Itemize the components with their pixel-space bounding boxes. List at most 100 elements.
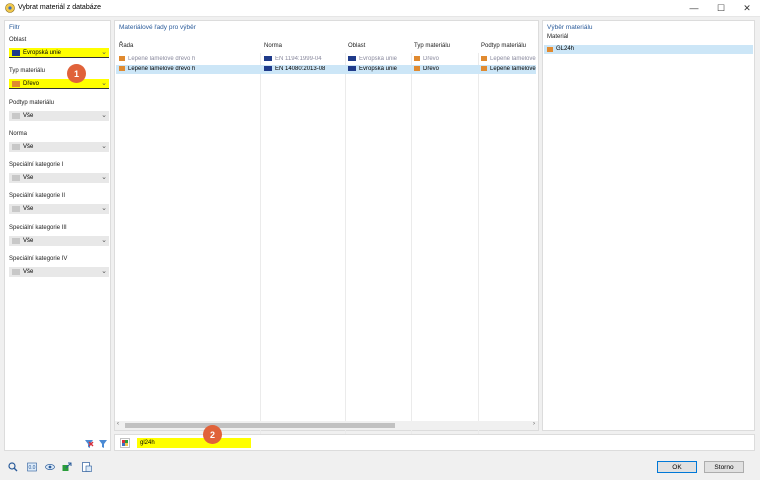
cell-podtyp: Lepené lamelové bbox=[481, 65, 537, 72]
chevron-down-icon[interactable]: ⌄ bbox=[101, 111, 107, 119]
column-header-oblast[interactable]: Oblast bbox=[348, 43, 365, 49]
filter-dropdown[interactable]: Evropská unie ⌄ bbox=[9, 48, 109, 58]
selection-panel: Výběr materiálu Materiál GL24h bbox=[542, 20, 755, 431]
cell-oblast: Evropská unie bbox=[348, 55, 397, 62]
filter-label: Typ materiálu bbox=[9, 68, 46, 74]
cancel-button[interactable]: Storno bbox=[704, 461, 744, 473]
filter-swatch bbox=[12, 113, 20, 119]
maximize-button[interactable]: ☐ bbox=[708, 0, 734, 16]
selection-panel-title: Výběr materiálu bbox=[547, 24, 593, 31]
filter-label: Speciální kategorie IV bbox=[9, 256, 68, 262]
cell-text: Evropská unie bbox=[359, 65, 398, 72]
column-divider bbox=[260, 53, 261, 439]
chevron-down-icon[interactable]: ⌄ bbox=[101, 173, 107, 181]
filter-swatch bbox=[12, 144, 20, 150]
filter-value: Vše bbox=[23, 205, 34, 212]
filter-label: Speciální kategorie III bbox=[9, 225, 67, 231]
filter-dropdown[interactable]: Vše ⌄ bbox=[9, 236, 109, 246]
cell-text: EN 1194:1999-04 bbox=[275, 55, 322, 62]
close-button[interactable]: ✕ bbox=[734, 0, 760, 16]
filter-value: Dřevo bbox=[23, 80, 40, 87]
column-header-podtyp[interactable]: Podtyp materiálu bbox=[481, 43, 526, 49]
filter-value: Vše bbox=[23, 237, 34, 244]
filter-label: Speciální kategorie I bbox=[9, 162, 64, 168]
filter-swatch bbox=[12, 81, 20, 87]
material-library-icon[interactable] bbox=[119, 437, 131, 449]
horizontal-scrollbar[interactable]: ‹ › bbox=[115, 421, 538, 430]
material-color-icon bbox=[414, 55, 420, 61]
minimize-button[interactable]: — bbox=[681, 0, 707, 16]
step-badge-2: 2 bbox=[203, 425, 222, 444]
filter-panel-title: Filtr bbox=[9, 24, 20, 31]
chevron-down-icon[interactable]: ⌄ bbox=[101, 236, 107, 244]
chevron-down-icon[interactable]: ⌄ bbox=[101, 142, 107, 150]
scroll-right-icon[interactable]: › bbox=[533, 421, 535, 427]
app-icon bbox=[5, 3, 15, 13]
chevron-down-icon[interactable]: ⌄ bbox=[101, 79, 107, 87]
chevron-down-icon[interactable]: ⌄ bbox=[101, 267, 107, 275]
cell-podtyp: Lepené lamelové bbox=[481, 55, 537, 62]
cell-rada: Lepené lamelové dřevo h bbox=[119, 65, 196, 72]
units-icon[interactable]: 0.0 bbox=[26, 461, 38, 473]
svg-text:0.0: 0.0 bbox=[29, 465, 36, 471]
filter-dropdown[interactable]: Vše ⌄ bbox=[9, 204, 109, 214]
filter-panel: Filtr Oblast Evropská unie ⌄ Typ materiálu D… bbox=[4, 20, 111, 451]
ok-button[interactable]: OK bbox=[657, 461, 697, 473]
material-color-icon bbox=[547, 47, 553, 52]
chevron-down-icon[interactable]: ⌄ bbox=[101, 48, 107, 56]
cell-text: Lepené lamelové dřevo h bbox=[128, 65, 196, 72]
cell-text: Lepené lamelové bbox=[490, 55, 536, 62]
filter-label: Podtyp materiálu bbox=[9, 100, 55, 106]
column-header-rada[interactable]: Řada bbox=[119, 43, 133, 49]
cell-text: EN 14080:2013-08 bbox=[275, 65, 326, 72]
column-header-typ[interactable]: Typ materiálu bbox=[414, 43, 450, 49]
cell-typ: Dřevo bbox=[414, 65, 440, 72]
material-color-icon bbox=[481, 55, 487, 61]
search-icon[interactable] bbox=[7, 461, 19, 473]
title-bar: Vybrat materiál z databáze — ☐ ✕ bbox=[0, 0, 760, 17]
chevron-down-icon[interactable]: ⌄ bbox=[101, 204, 107, 212]
column-divider bbox=[345, 53, 346, 439]
export-icon[interactable] bbox=[61, 461, 73, 473]
column-header-material[interactable]: Materiál bbox=[547, 34, 568, 40]
filter-dropdown[interactable]: Vše ⌄ bbox=[9, 267, 109, 277]
filter-value: Vše bbox=[23, 268, 34, 275]
filter-label: Norma bbox=[9, 131, 28, 137]
clear-filter-icon[interactable] bbox=[83, 438, 95, 450]
filter-swatch bbox=[12, 238, 20, 244]
cell-rada: Lepené lamelové dřevo h bbox=[119, 55, 195, 62]
filter-swatch bbox=[12, 206, 20, 212]
cell-text: Lepené lamelové bbox=[490, 65, 536, 72]
list-item[interactable]: GL24h bbox=[544, 45, 753, 54]
filter-value: Vše bbox=[23, 143, 34, 150]
view-icon[interactable] bbox=[44, 461, 56, 473]
cell-norma: EN 1194:1999-04 bbox=[264, 55, 322, 62]
filter-swatch bbox=[12, 269, 20, 275]
filter-dropdown[interactable]: Vše ⌄ bbox=[9, 111, 109, 121]
filter-dropdown[interactable]: Dřevo ⌄ bbox=[9, 79, 109, 89]
column-header-norma[interactable]: Norma bbox=[264, 43, 282, 49]
filter-swatch bbox=[12, 50, 20, 56]
search-input[interactable]: gl24h bbox=[137, 438, 251, 448]
eu-flag-icon bbox=[348, 65, 356, 71]
scroll-left-icon[interactable]: ‹ bbox=[117, 421, 119, 427]
eu-flag-icon bbox=[264, 55, 272, 61]
table-row[interactable]: Lepené lamelové dřevo h EN 1194:1999-04 Ev… bbox=[116, 55, 536, 64]
cell-typ: Dřevo bbox=[414, 55, 440, 62]
series-panel-title: Materiálové řady pro výběr bbox=[119, 24, 196, 31]
filter-dropdown[interactable]: Vše ⌄ bbox=[9, 142, 109, 152]
column-divider bbox=[478, 53, 479, 439]
info-icon[interactable] bbox=[81, 461, 93, 473]
scrollbar-thumb[interactable] bbox=[125, 423, 395, 428]
filter-dropdown[interactable]: Vše ⌄ bbox=[9, 173, 109, 183]
table-row[interactable]: Lepené lamelové dřevo h EN 14080:2013-08 E… bbox=[116, 65, 536, 74]
cell-oblast: Evropská unie bbox=[348, 65, 398, 72]
cell-text: Dřevo bbox=[423, 65, 440, 72]
material-name: GL24h bbox=[556, 45, 575, 52]
filter-icon[interactable] bbox=[97, 438, 109, 450]
material-color-icon bbox=[481, 65, 487, 71]
cell-norma: EN 14080:2013-08 bbox=[264, 65, 326, 72]
cell-text: Dřevo bbox=[423, 55, 440, 62]
filter-label: Oblast bbox=[9, 37, 27, 43]
eu-flag-icon bbox=[264, 65, 272, 71]
